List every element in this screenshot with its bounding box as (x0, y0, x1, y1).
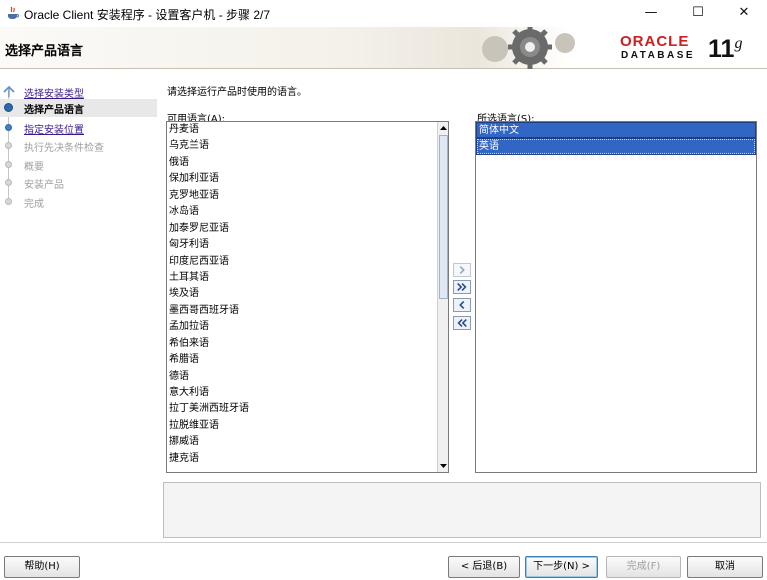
scroll-thumb[interactable] (439, 135, 448, 299)
message-area (163, 482, 761, 538)
window-title: Oracle Client 安装程序 - 设置客户机 - 步骤 2/7 (24, 8, 271, 22)
list-item[interactable]: 丹麦语 (167, 122, 448, 138)
step-label: 安装产品 (24, 180, 64, 191)
list-item[interactable]: 克罗地亚语 (167, 188, 448, 204)
available-list-scrollbar[interactable] (437, 122, 448, 472)
move-all-left-icon[interactable] (453, 316, 471, 330)
list-item[interactable]: 拉丁美洲西班牙语 (167, 401, 448, 417)
page-title: 选择产品语言 (5, 44, 84, 59)
list-item[interactable]: 埃及语 (167, 286, 448, 302)
available-languages-items: 丹麦语 乌克兰语 俄语 保加利亚语 克罗地亚语 冰岛语 加泰罗尼亚语 匈牙利语 印度尼西亚语 土耳… (167, 122, 448, 467)
list-item[interactable]: 意大利语 (167, 385, 448, 401)
list-item[interactable]: 墨西哥西班牙语 (167, 303, 448, 319)
finish-button: 完成(F) (606, 556, 681, 578)
header-banner: 选择产品语言 ORACLE DATABASE 11g (0, 27, 767, 69)
available-languages-list[interactable]: 丹麦语 乌克兰语 俄语 保加利亚语 克罗地亚语 冰岛语 加泰罗尼亚语 匈牙利语 印度尼西亚语 土耳… (166, 121, 449, 473)
close-button[interactable]: ✕ (721, 0, 767, 27)
step-summary: 概要 (0, 156, 157, 174)
step-current-dot-icon (4, 103, 13, 112)
database-wordmark: DATABASE (621, 50, 696, 61)
back-button[interactable]: < 后退(B) (448, 556, 520, 578)
step-pending-dot-icon (5, 198, 12, 205)
move-all-right-icon[interactable] (453, 280, 471, 294)
move-right-icon[interactable] (453, 263, 471, 277)
java-app-icon (8, 6, 19, 19)
step-install-product: 安装产品 (0, 174, 157, 192)
step-pending-dot-icon (5, 161, 12, 168)
step-pending-dot-icon (5, 179, 12, 186)
step-label: 概要 (24, 162, 44, 173)
step-prereq-check: 执行先决条件检查 (0, 137, 157, 155)
list-item[interactable]: 土耳其语 (167, 270, 448, 286)
list-item[interactable]: 希腊语 (167, 352, 448, 368)
gears-graphic (482, 27, 575, 69)
maximize-button[interactable]: ☐ (675, 0, 721, 27)
step-start-icon (3, 85, 15, 97)
scroll-up-arrow-icon[interactable] (438, 123, 449, 134)
steps-sidebar: 选择安装类型 选择产品语言 指定安装位置 执行先决条件检查 概要 安装产品 完成 (0, 70, 157, 542)
step-label: 执行先决条件检查 (24, 143, 104, 154)
step-finish: 完成 (0, 193, 157, 211)
list-item[interactable]: 拉脱维亚语 (167, 418, 448, 434)
cancel-button[interactable]: 取消 (687, 556, 763, 578)
instruction-text: 请选择运行产品时使用的语言。 (167, 87, 307, 98)
step-label: 选择安装类型 (24, 89, 84, 100)
window-titlebar: Oracle Client 安装程序 - 设置客户机 - 步骤 2/7 — ☐ … (0, 0, 767, 27)
list-item[interactable]: 冰岛语 (167, 204, 448, 220)
selected-languages-list[interactable]: 简体中文 英语 (475, 121, 757, 473)
list-item[interactable]: 简体中文 (476, 122, 756, 139)
step-label: 选择产品语言 (24, 105, 84, 116)
next-button[interactable]: 下一步(N) > (525, 556, 598, 578)
version-mark: 11g (708, 35, 743, 63)
step-label: 完成 (24, 199, 44, 210)
step-install-location[interactable]: 指定安装位置 (0, 119, 157, 137)
list-item[interactable]: 印度尼西亚语 (167, 254, 448, 270)
step-done-dot-icon (5, 124, 12, 131)
list-item[interactable]: 乌克兰语 (167, 138, 448, 154)
minimize-button[interactable]: — (628, 0, 674, 27)
list-item[interactable]: 保加利亚语 (167, 171, 448, 187)
step-label: 指定安装位置 (24, 125, 84, 136)
scroll-down-arrow-icon[interactable] (438, 460, 449, 471)
oracle-database-logo: ORACLE DATABASE 11g (620, 33, 760, 65)
help-button[interactable]: 帮助(H) (4, 556, 80, 578)
step-pending-dot-icon (5, 142, 12, 149)
list-item[interactable]: 英语 (476, 138, 756, 155)
list-item[interactable]: 孟加拉语 (167, 319, 448, 335)
list-item[interactable]: 挪威语 (167, 434, 448, 450)
step-product-language: 选择产品语言 (0, 99, 157, 117)
list-item[interactable]: 俄语 (167, 155, 448, 171)
list-item[interactable]: 捷克语 (167, 451, 448, 467)
main-panel: 请选择运行产品时使用的语言。 可用语言(A): 所选语言(S): 丹麦语 乌克兰语… (157, 70, 767, 542)
button-bar: 帮助(H) < 后退(B) 下一步(N) > 完成(F) 取消 (0, 542, 767, 580)
list-item[interactable]: 德语 (167, 369, 448, 385)
move-left-icon[interactable] (453, 298, 471, 312)
list-item[interactable]: 加泰罗尼亚语 (167, 221, 448, 237)
list-item[interactable]: 希伯来语 (167, 336, 448, 352)
oracle-wordmark: ORACLE (620, 33, 690, 50)
list-item[interactable]: 匈牙利语 (167, 237, 448, 253)
